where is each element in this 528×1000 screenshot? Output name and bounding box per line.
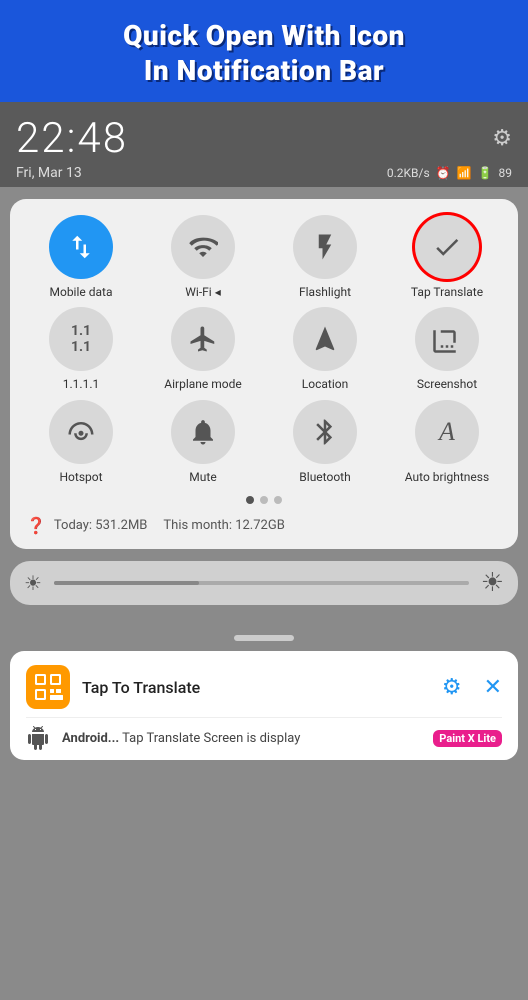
tile-icon-auto-brightness: A — [415, 400, 479, 464]
tile-bluetooth[interactable]: Bluetooth — [266, 400, 384, 484]
tile-wifi[interactable]: Wi-Fi ◂ — [144, 215, 262, 299]
banner-title: Quick Open With Icon In Notification Bar — [16, 18, 512, 88]
data-usage-row: ❓ Today: 531.2MB This month: 12.72GB — [22, 512, 506, 537]
notif-close-icon[interactable]: ✕ — [484, 675, 502, 700]
brightness-fill — [54, 581, 199, 585]
battery-level: 89 — [499, 166, 513, 180]
tile-icon-mobile-data — [49, 215, 113, 279]
tile-label-wifi: Wi-Fi ◂ — [185, 285, 220, 299]
tile-icon-airplane — [171, 307, 235, 371]
brightness-track[interactable] — [54, 581, 469, 585]
tile-icon-location — [293, 307, 357, 371]
title-banner: Quick Open With Icon In Notification Bar — [0, 0, 528, 102]
notif-settings-icon[interactable]: ⚙ — [442, 675, 462, 700]
quick-settings-panel: Mobile data Wi-Fi ◂ Flashlight — [10, 199, 518, 549]
tile-screenshot[interactable]: Screenshot — [388, 307, 506, 391]
gray-spacer — [0, 613, 528, 629]
tile-mobile-data[interactable]: Mobile data — [22, 215, 140, 299]
tile-label-hotspot: Hotspot — [59, 470, 102, 484]
tile-label-flashlight: Flashlight — [299, 285, 351, 299]
status-icons: 0.2KB/s ⏰ 📶 🔋 89 — [387, 166, 512, 180]
tile-airplane[interactable]: Airplane mode — [144, 307, 262, 391]
notif-second-label: Android... Tap Translate Screen is displ… — [62, 731, 421, 746]
tile-label-tap-translate: Tap Translate — [411, 285, 483, 299]
alarm-icon: ⏰ — [436, 166, 451, 180]
brightness-high-icon: ☀ — [481, 568, 504, 598]
pagination-dots — [22, 496, 506, 504]
notif-app-icon — [26, 665, 70, 709]
tile-icon-hotspot — [49, 400, 113, 464]
clock: 22:48 — [16, 114, 128, 163]
paint-badge: Paint X Lite — [433, 730, 502, 747]
tile-flashlight[interactable]: Flashlight — [266, 215, 384, 299]
brightness-slider-row[interactable]: ☀ ☀ — [10, 561, 518, 605]
network-speed: 0.2KB/s — [387, 166, 430, 180]
battery-icon: 🔋 — [478, 166, 493, 180]
settings-icon[interactable]: ⚙ — [492, 126, 512, 151]
notif-second-text: Tap Translate Screen is display — [122, 731, 300, 746]
tile-mute[interactable]: Mute — [144, 400, 262, 484]
notif-second-row: Android... Tap Translate Screen is displ… — [26, 717, 502, 750]
data-today: Today: 531.2MB — [54, 518, 147, 533]
brightness-low-icon: ☀ — [24, 571, 42, 595]
status-bar: 22:48 ⚙ Fri, Mar 13 0.2KB/s ⏰ 📶 🔋 89 — [0, 102, 528, 187]
tile-label-screenshot: Screenshot — [417, 377, 477, 391]
notif-title: Tap To Translate — [82, 678, 430, 697]
tile-icon-mute — [171, 400, 235, 464]
tile-icon-wifi — [171, 215, 235, 279]
data-month: This month: 12.72GB — [163, 518, 284, 533]
tile-icon-bluetooth — [293, 400, 357, 464]
tile-label-bluetooth: Bluetooth — [299, 470, 350, 484]
tile-auto-brightness[interactable]: A Auto brightness — [388, 400, 506, 484]
data-usage-icon: ❓ — [26, 516, 46, 535]
date-label: Fri, Mar 13 — [16, 165, 82, 181]
tile-label-dns: 1.1.1.1 — [63, 377, 99, 391]
tile-hotspot[interactable]: Hotspot — [22, 400, 140, 484]
notification-card-tap-translate: Tap To Translate ⚙ ✕ Android... Tap Tran… — [10, 651, 518, 760]
tile-dns[interactable]: 1.11.1 1.1.1.1 — [22, 307, 140, 391]
tile-label-auto-brightness: Auto brightness — [405, 470, 489, 484]
tile-location[interactable]: Location — [266, 307, 384, 391]
tile-label-location: Location — [302, 377, 348, 391]
tile-icon-flashlight — [293, 215, 357, 279]
dot-3 — [274, 496, 282, 504]
tiles-grid: Mobile data Wi-Fi ◂ Flashlight — [22, 215, 506, 484]
tile-label-airplane: Airplane mode — [164, 377, 241, 391]
notif-main-row: Tap To Translate ⚙ ✕ — [26, 665, 502, 709]
tile-icon-screenshot — [415, 307, 479, 371]
android-icon — [26, 726, 50, 750]
signal-icon: 📶 — [457, 166, 472, 180]
dot-2 — [260, 496, 268, 504]
dot-1 — [246, 496, 254, 504]
tile-label-mute: Mute — [189, 470, 216, 484]
tile-tap-translate[interactable]: Tap Translate — [388, 215, 506, 299]
tile-icon-dns: 1.11.1 — [49, 307, 113, 371]
tile-label-mobile-data: Mobile data — [50, 285, 113, 299]
scroll-handle — [234, 635, 294, 641]
tile-icon-tap-translate — [415, 215, 479, 279]
